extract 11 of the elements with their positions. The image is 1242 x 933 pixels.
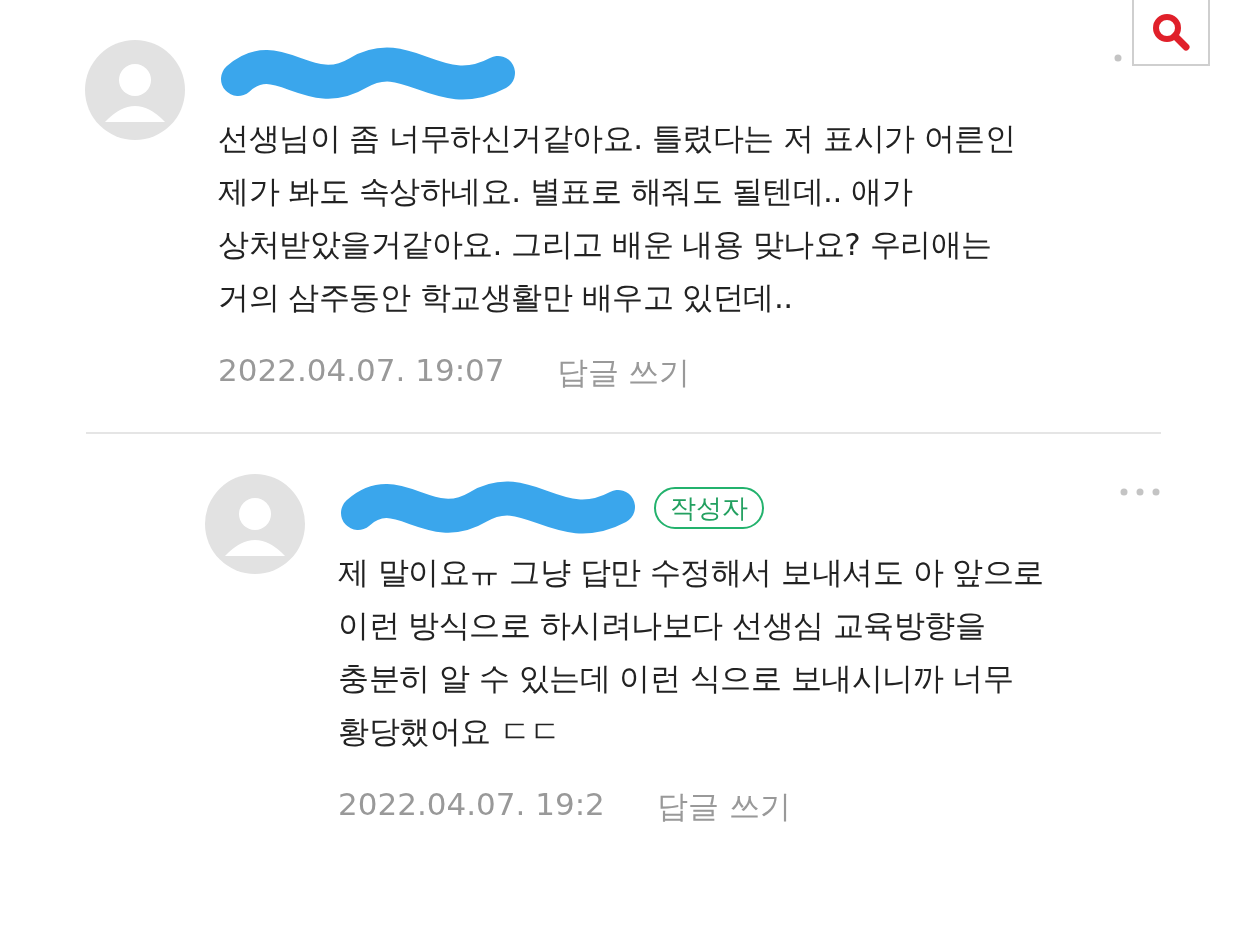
more-icon[interactable]	[1118, 486, 1162, 498]
comment-text: 제 말이요ㅠ 그냥 답만 수정해서 보내셔도 아 앞으로 이런 방식으로 하시려나보다 선생심 교육방향을 충분히 알 수 있는데 이런 식으로 보내시니까 너무 황당했어요 ㄷㄷ	[338, 553, 1045, 751]
search-icon	[1150, 11, 1192, 53]
comment-date: 2022.04.07. 19:2	[338, 786, 605, 824]
comment-text: 선생님이 좀 너무하신거같아요. 틀렸다는 저 표시가 어른인 제가 봐도 속상하네요. 별표로 해줘도 될텐데.. 애가 상처받았을거같아요. 그리고 배운 내용 맞나요? 우리애는 거의 삼주동안 학교생활만 배우고 있던데..	[218, 119, 1017, 317]
reply-link[interactable]: 답글 쓰기	[656, 786, 791, 828]
dot-icon[interactable]	[1112, 52, 1124, 64]
author-badge: 작성자	[654, 487, 764, 529]
reply-link[interactable]: 답글 쓰기	[556, 352, 691, 394]
comment-date: 2022.04.07. 19:07	[218, 352, 505, 390]
search-button[interactable]	[1132, 0, 1210, 66]
